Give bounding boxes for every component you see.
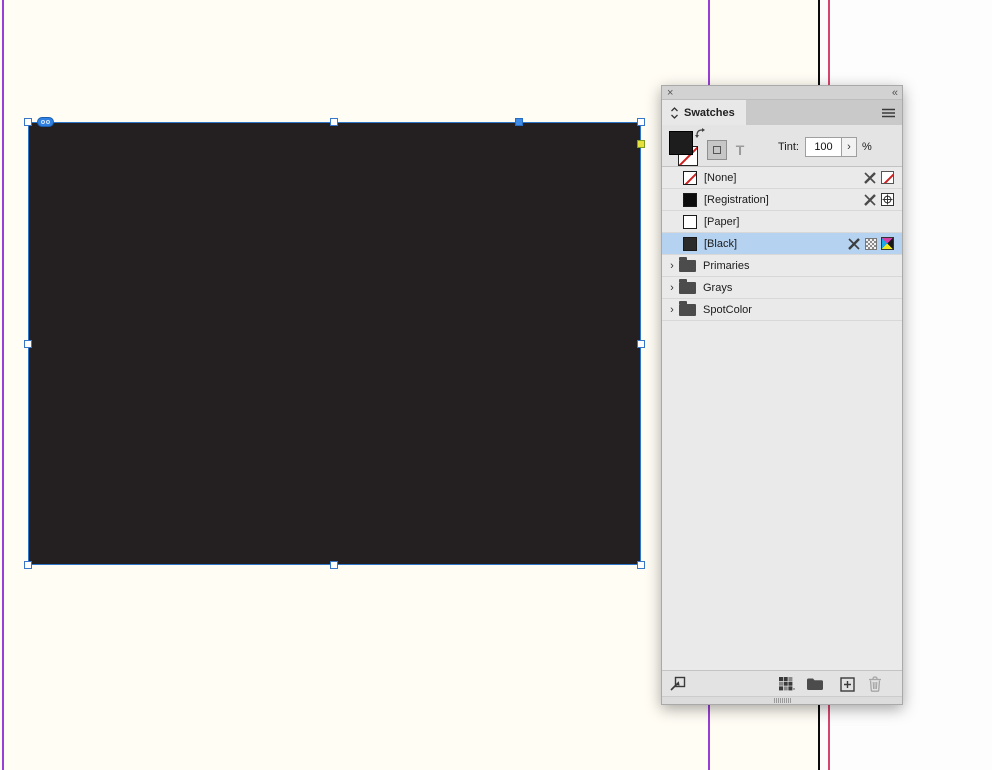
- group-label: Grays: [703, 281, 733, 294]
- new-color-group-button[interactable]: [806, 675, 824, 693]
- expand-chevron-icon[interactable]: ›: [667, 260, 677, 272]
- swatch-list: [None] [Registration] [Paper] [Black] › …: [662, 167, 902, 321]
- swatch-label: [Paper]: [704, 215, 740, 228]
- handle-top-solid[interactable]: [515, 118, 523, 126]
- tab-label: Swatches: [684, 106, 735, 119]
- expand-chevron-icon[interactable]: ›: [667, 304, 677, 316]
- handle-bottom-right[interactable]: [637, 561, 645, 569]
- panel-cycle-icon: [670, 106, 679, 119]
- swatch-label: [Registration]: [704, 193, 769, 206]
- group-row-grays[interactable]: › Grays: [662, 277, 902, 299]
- swatches-panel: × « Swatches T Tint: › % [None]: [661, 85, 903, 705]
- add-to-cc-library-button[interactable]: [669, 675, 687, 693]
- none-indicator-icon: [881, 171, 894, 184]
- show-swatch-kinds-button[interactable]: [777, 675, 795, 693]
- non-editable-pen-icon: [847, 237, 861, 251]
- swap-fill-stroke-icon[interactable]: [695, 128, 706, 139]
- process-color-icon: [865, 237, 877, 250]
- swatch-label: [None]: [704, 171, 737, 184]
- close-icon[interactable]: ×: [667, 87, 673, 98]
- color-group-folder-icon: [679, 300, 696, 316]
- handle-top-middle[interactable]: [330, 118, 338, 126]
- non-editable-pen-icon: [863, 193, 877, 207]
- fill-stroke-tint-controls: T Tint: › %: [662, 125, 902, 167]
- percent-label: %: [862, 141, 872, 153]
- swatch-row-black[interactable]: [Black]: [662, 233, 902, 255]
- fill-proxy-black[interactable]: [669, 131, 693, 155]
- swatch-label: [Black]: [704, 237, 738, 250]
- color-group-folder-icon: [679, 278, 696, 294]
- panel-menu-icon[interactable]: [882, 108, 895, 118]
- swatch-row-registration[interactable]: [Registration]: [662, 189, 902, 211]
- link-badge-icon[interactable]: [37, 117, 54, 127]
- swatch-row-paper[interactable]: [Paper]: [662, 211, 902, 233]
- none-swatch-chip: [683, 170, 697, 185]
- panel-topbar: × «: [662, 86, 902, 100]
- non-editable-pen-icon: [863, 171, 877, 185]
- formatting-affects-text-button[interactable]: T: [732, 140, 748, 160]
- group-row-primaries[interactable]: › Primaries: [662, 255, 902, 277]
- registration-icon: [881, 193, 894, 206]
- handle-bottom-middle[interactable]: [330, 561, 338, 569]
- delete-swatch-button[interactable]: [866, 675, 884, 693]
- color-group-folder-icon: [679, 256, 696, 272]
- panel-resize-grip[interactable]: [662, 696, 902, 704]
- formatting-affects-container-button[interactable]: [707, 140, 727, 160]
- group-label: Primaries: [703, 259, 750, 272]
- registration-swatch-chip: [683, 192, 697, 207]
- handle-middle-right[interactable]: [637, 340, 645, 348]
- live-corner-widget[interactable]: [637, 140, 645, 148]
- expand-chevron-icon[interactable]: ›: [667, 282, 677, 294]
- swatch-list-empty-area: [662, 321, 902, 670]
- swatch-row-none[interactable]: [None]: [662, 167, 902, 189]
- paper-swatch-chip: [683, 214, 697, 229]
- black-swatch-chip: [683, 236, 697, 251]
- tab-swatches[interactable]: Swatches: [662, 100, 746, 125]
- group-row-spotcolor[interactable]: › SpotColor: [662, 299, 902, 321]
- cmyk-color-mode-icon: [881, 237, 894, 250]
- handle-top-right[interactable]: [637, 118, 645, 126]
- handle-bottom-left[interactable]: [24, 561, 32, 569]
- panel-tab-bar: Swatches: [662, 100, 902, 125]
- collapse-panel-icon[interactable]: «: [892, 87, 898, 98]
- tint-label: Tint:: [778, 141, 799, 153]
- selected-rectangle-frame[interactable]: [28, 122, 641, 565]
- handle-middle-left[interactable]: [24, 340, 32, 348]
- panel-bottom-toolbar: [662, 670, 902, 696]
- tint-input[interactable]: [805, 137, 841, 157]
- group-label: SpotColor: [703, 303, 752, 316]
- margin-guide-left: [2, 0, 4, 770]
- handle-top-left[interactable]: [24, 118, 32, 126]
- new-swatch-button[interactable]: [838, 675, 856, 693]
- tint-dropdown-icon[interactable]: ›: [841, 137, 857, 157]
